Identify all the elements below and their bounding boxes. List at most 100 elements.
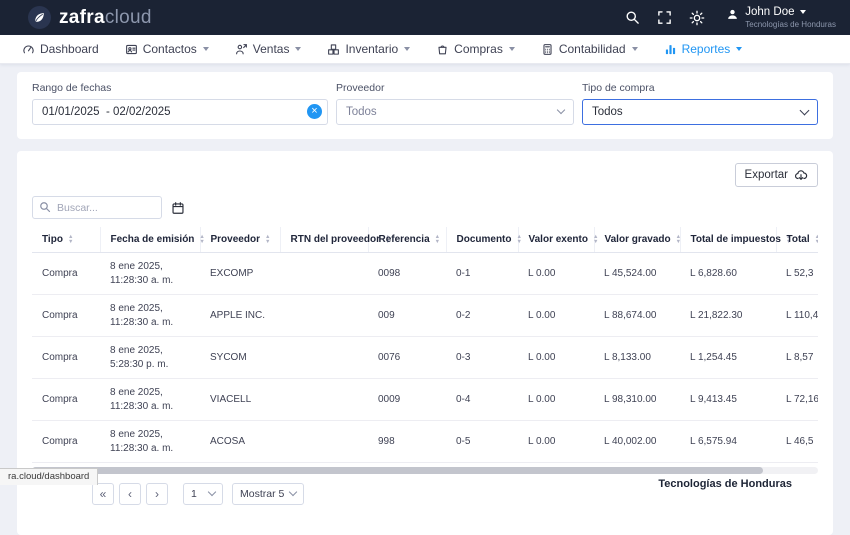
next-page-icon[interactable] [146, 483, 168, 505]
chevron-down-icon [632, 47, 638, 51]
cell-documento: 0-3 [446, 337, 518, 379]
column-header-tipo[interactable]: Tipo [32, 227, 100, 253]
cell-total: L 52,3 [776, 253, 818, 295]
nav-item-contabilidad[interactable]: Contabilidad [541, 42, 638, 56]
sort-icon [517, 235, 522, 244]
nav-label: Compras [454, 42, 503, 56]
cell-valor-exento: L 0.00 [518, 253, 594, 295]
cell-valor-gravado: L 40,002.00 [594, 421, 680, 463]
footer-partial-text: Tecnologías de Honduras [658, 478, 792, 490]
fullscreen-icon[interactable] [657, 10, 672, 25]
clear-date-icon[interactable] [307, 104, 322, 119]
current-page: 1 [191, 488, 197, 500]
cell-total-impuestos: L 6,828.60 [680, 253, 776, 295]
nav-item-ventas[interactable]: Ventas [235, 42, 302, 56]
link-preview-statusbar: ra.cloud/dashboard [0, 468, 98, 485]
column-label: Tipo [42, 234, 63, 245]
search-icon[interactable] [625, 10, 640, 25]
cell-fecha: 8 ene 2025, 11:28:30 a. m. [100, 379, 200, 421]
filter-provider: Proveedor Todos [336, 82, 574, 125]
chevron-down-icon [289, 488, 297, 496]
cell-referencia: 009 [368, 295, 446, 337]
brightness-icon[interactable] [689, 10, 705, 26]
column-label: Proveedor [211, 234, 260, 245]
reports-icon [664, 43, 677, 56]
brand-secondary: cloud [105, 7, 152, 28]
chevron-down-icon [404, 47, 410, 51]
chevron-down-icon [557, 106, 565, 114]
cell-fecha: 8 ene 2025, 11:28:30 a. m. [100, 253, 200, 295]
column-header-referencia[interactable]: Referencia [368, 227, 446, 253]
brand-logo[interactable]: zafracloud [59, 7, 152, 29]
cloud-download-icon [794, 168, 808, 182]
sort-icon [435, 235, 440, 244]
accounting-icon [541, 43, 554, 56]
cell-tipo: Compra [32, 253, 100, 295]
sort-icon [593, 235, 598, 244]
nav-label: Dashboard [40, 42, 99, 56]
cell-total-impuestos: L 9,413.45 [680, 379, 776, 421]
date-range-input[interactable] [32, 99, 328, 125]
cell-rtn [280, 253, 368, 295]
page-size-select[interactable]: Mostrar 5 [232, 483, 304, 505]
column-header-valor-exento[interactable]: Valor exento [518, 227, 594, 253]
cell-rtn [280, 379, 368, 421]
chevron-down-icon [800, 10, 806, 14]
provider-select[interactable]: Todos [336, 99, 574, 125]
first-page-icon[interactable] [92, 483, 114, 505]
table-search-input[interactable] [32, 196, 162, 219]
sort-icon [199, 235, 204, 244]
sales-icon [235, 43, 248, 56]
cell-tipo: Compra [32, 295, 100, 337]
provider-value: Todos [346, 106, 377, 118]
table-row: Compra 8 ene 2025, 11:28:30 a. m. VIACEL… [32, 379, 818, 421]
table-scroll-area[interactable]: Tipo Fecha de emisión Proveedor RTN del … [32, 227, 818, 463]
column-header-fecha[interactable]: Fecha de emisión [100, 227, 200, 253]
chevron-down-icon [736, 47, 742, 51]
gauge-icon [22, 43, 35, 56]
nav-label: Inventario [345, 42, 398, 56]
table-header-row: Tipo Fecha de emisión Proveedor RTN del … [32, 227, 818, 253]
cell-documento: 0-2 [446, 295, 518, 337]
column-header-rtn[interactable]: RTN del proveedor [280, 227, 368, 253]
calendar-icon[interactable] [171, 201, 185, 215]
cell-rtn [280, 295, 368, 337]
nav-item-compras[interactable]: Compras [436, 42, 515, 56]
nav-label: Reportes [682, 42, 731, 56]
user-company: Tecnologías de Honduras [745, 20, 836, 29]
cell-valor-exento: L 0.00 [518, 421, 594, 463]
page-size-value: Mostrar 5 [240, 488, 284, 500]
nav-item-dashboard[interactable]: Dashboard [22, 42, 99, 56]
cell-total-impuestos: L 21,822.30 [680, 295, 776, 337]
nav-item-contactos[interactable]: Contactos [125, 42, 209, 56]
purchase-type-select[interactable]: Todos [582, 99, 818, 125]
purchase-type-value: Todos [592, 106, 623, 118]
column-header-total-impuestos[interactable]: Total de impuestos [680, 227, 776, 253]
table-row: Compra 8 ene 2025, 11:28:30 a. m. ACOSA … [32, 421, 818, 463]
column-header-valor-gravado[interactable]: Valor gravado [594, 227, 680, 253]
search-icon [39, 201, 51, 213]
cell-total: L 110,4 [776, 295, 818, 337]
column-header-proveedor[interactable]: Proveedor [200, 227, 280, 253]
column-header-documento[interactable]: Documento [446, 227, 518, 253]
cell-valor-gravado: L 98,310.00 [594, 379, 680, 421]
cell-proveedor: VIACELL [200, 379, 280, 421]
cell-valor-gravado: L 88,674.00 [594, 295, 680, 337]
nav-item-reportes[interactable]: Reportes [664, 42, 743, 56]
cell-documento: 0-5 [446, 421, 518, 463]
nav-item-inventario[interactable]: Inventario [327, 42, 410, 56]
cell-valor-gravado: L 8,133.00 [594, 337, 680, 379]
horizontal-scrollbar-thumb[interactable] [32, 467, 763, 474]
user-menu[interactable]: John Doe Tecnologías de Honduras [726, 6, 836, 29]
cell-total: L 72,16 [776, 379, 818, 421]
horizontal-scrollbar-track [32, 467, 818, 474]
column-label: Referencia [379, 234, 430, 245]
filters-panel: Rango de fechas Proveedor Todos Tipo de … [17, 72, 833, 139]
export-button[interactable]: Exportar [735, 163, 818, 187]
page-select[interactable]: 1 [183, 483, 223, 505]
previous-page-icon[interactable] [119, 483, 141, 505]
cell-proveedor: ACOSA [200, 421, 280, 463]
cell-documento: 0-4 [446, 379, 518, 421]
nav-label: Ventas [253, 42, 290, 56]
purchases-table: Tipo Fecha de emisión Proveedor RTN del … [32, 227, 818, 463]
